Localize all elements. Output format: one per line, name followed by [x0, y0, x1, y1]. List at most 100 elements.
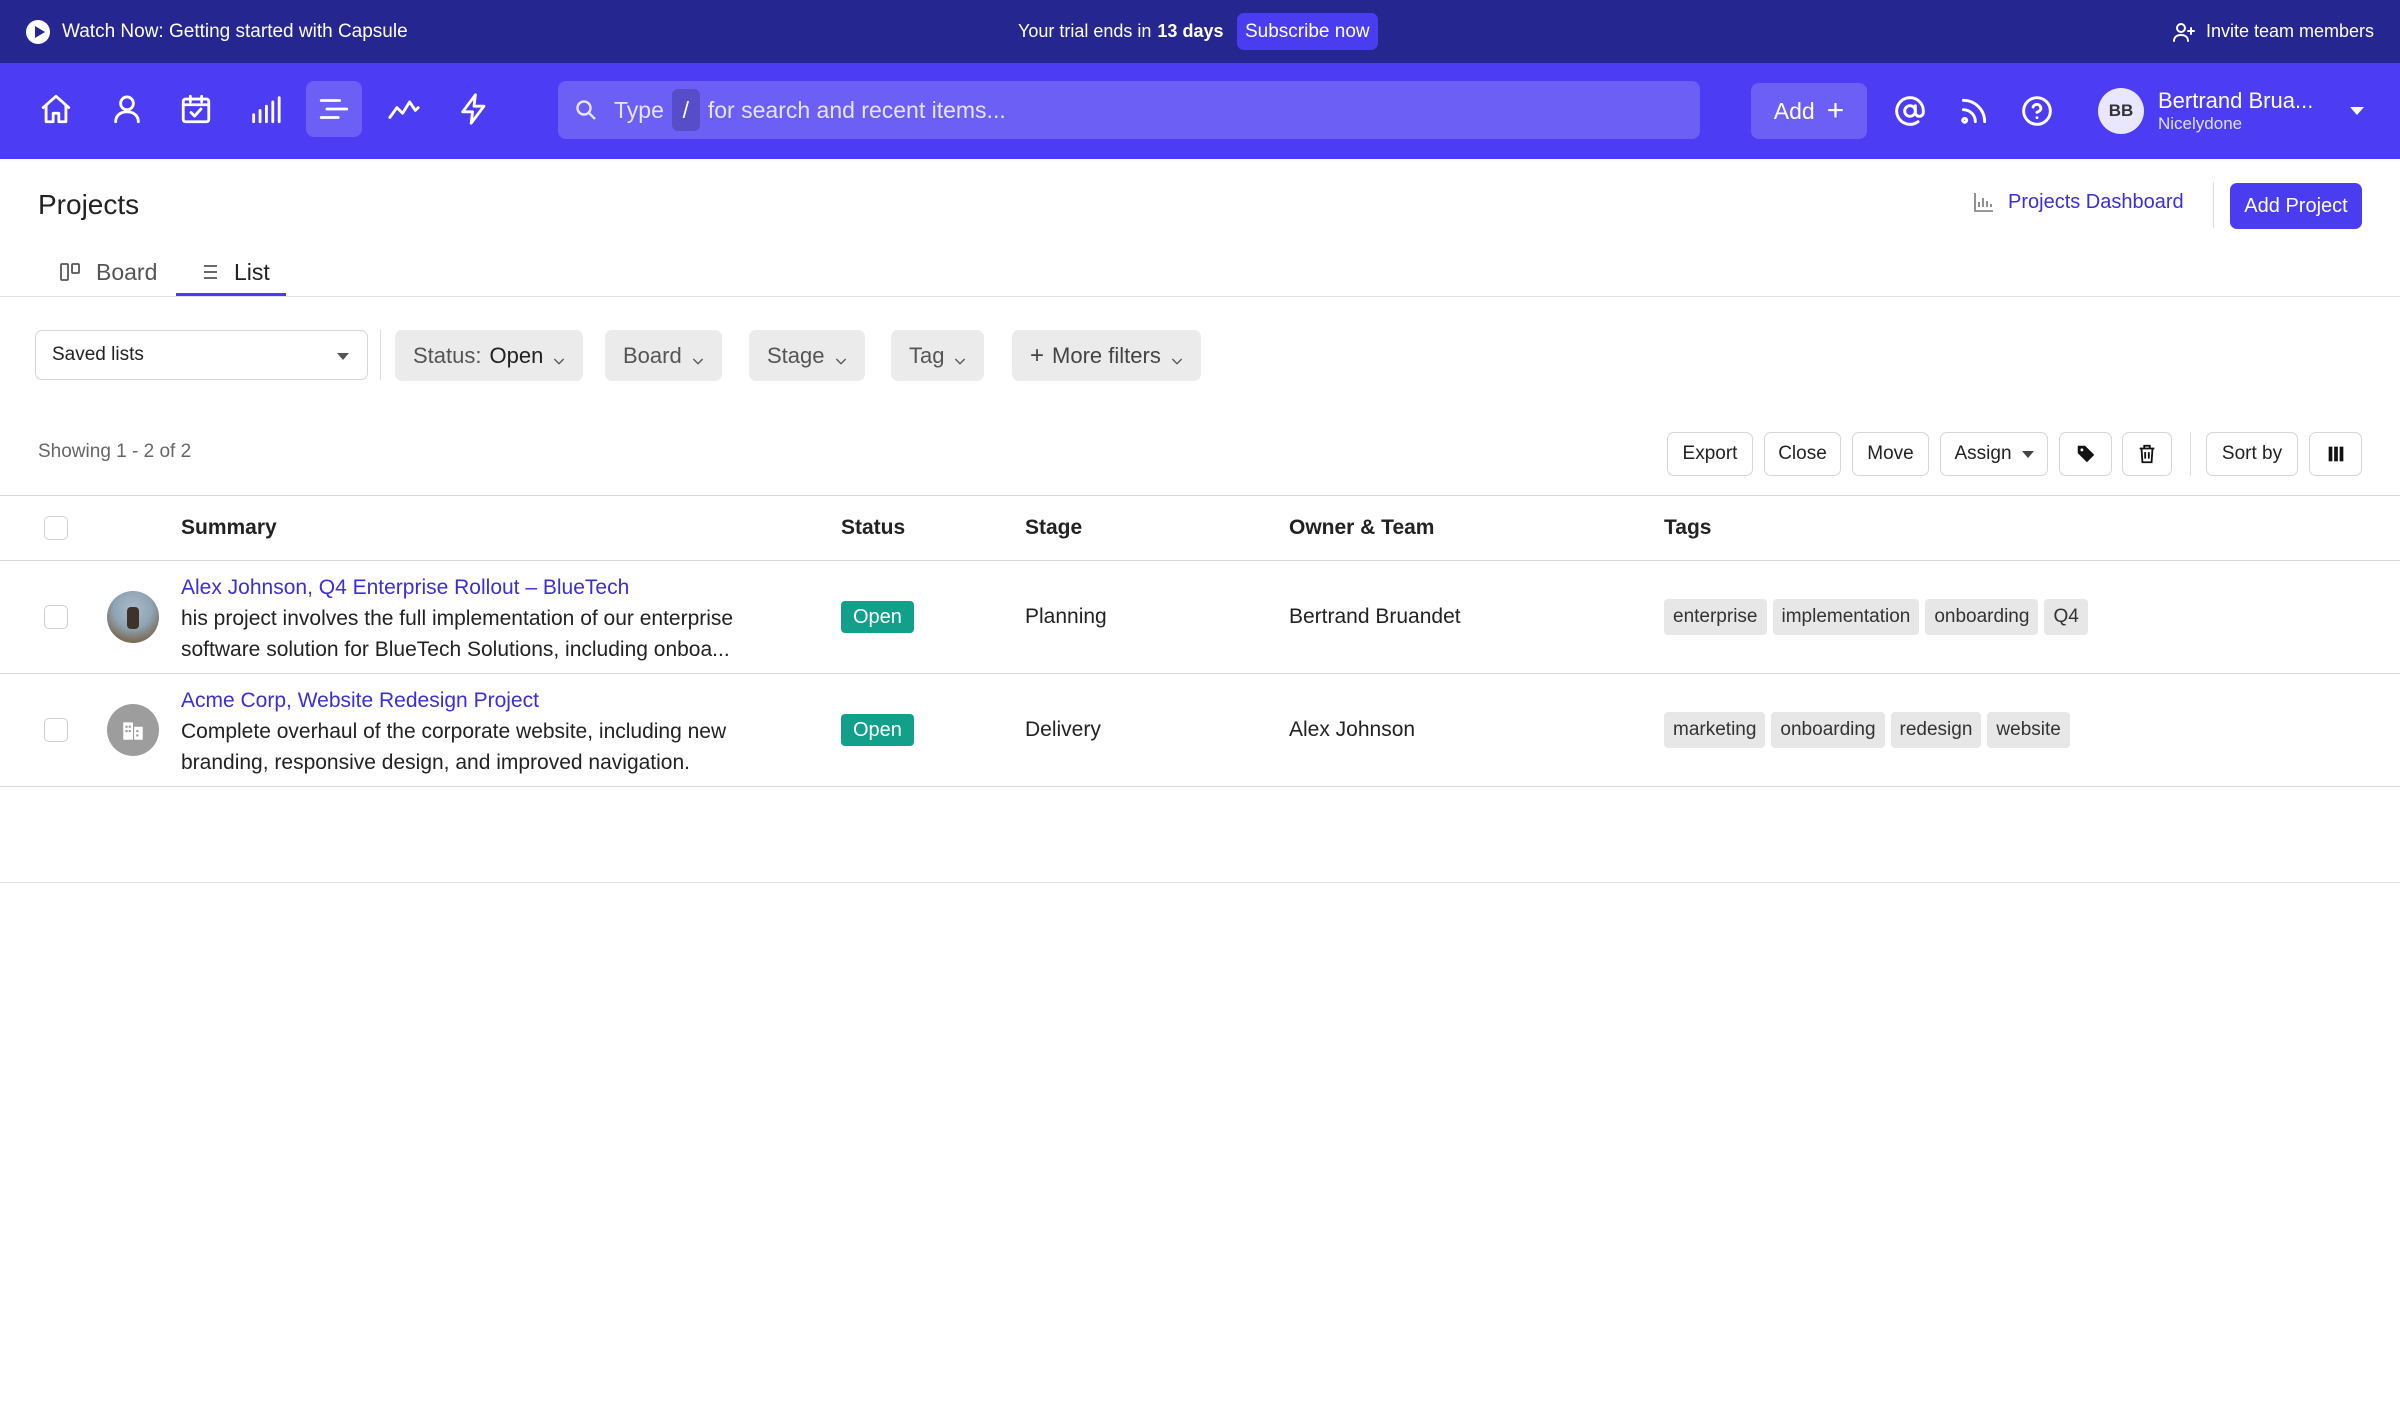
assign-button[interactable]: Assign	[1940, 432, 2048, 476]
feed-icon	[1961, 98, 1987, 124]
owner-cell: Alex Johnson	[1289, 718, 1416, 741]
saved-lists-select[interactable]: Saved lists	[35, 330, 368, 380]
trial-days: 13 days	[1157, 21, 1224, 41]
user-name: Bertrand Brua...	[2158, 88, 2314, 113]
close-button[interactable]: Close	[1764, 432, 1841, 476]
tags-cell: marketing onboarding redesign website	[1664, 712, 2070, 748]
nav-home[interactable]	[28, 81, 84, 137]
nav-workflow[interactable]	[446, 81, 502, 137]
project-description-line: his project involves the full implementa…	[181, 607, 734, 630]
column-tags[interactable]: Tags	[1664, 496, 1711, 560]
top-banner: Watch Now: Getting started with Capsule …	[0, 0, 2400, 63]
tags-cell: enterprise implementation onboarding Q4	[1664, 599, 2088, 635]
stage-filter[interactable]: Stage	[749, 330, 865, 381]
chevron-down-icon	[833, 349, 847, 365]
nav-pipeline[interactable]	[237, 81, 293, 137]
stage-cell: Delivery	[1025, 718, 1101, 741]
row-summary: Acme Corp, Website Redesign Project Comp…	[181, 686, 781, 778]
tab-board[interactable]: Board	[58, 248, 157, 296]
page-title: Projects	[38, 189, 140, 220]
board-filter[interactable]: Board	[605, 330, 722, 381]
tag-chip[interactable]: Q4	[2044, 599, 2088, 635]
tabs-divider	[0, 296, 2400, 297]
add-button[interactable]: Add +	[1751, 83, 1867, 139]
tag-chip[interactable]: enterprise	[1664, 599, 1767, 635]
user-org: Nicelydone	[2158, 114, 2243, 133]
export-button[interactable]: Export	[1667, 432, 1753, 476]
tag-chip[interactable]: redesign	[1890, 712, 1982, 748]
building-icon	[123, 722, 143, 740]
watch-now-link[interactable]: Watch Now: Getting started with Capsule	[26, 0, 408, 63]
nav-people[interactable]	[99, 81, 155, 137]
tag-icon	[2077, 445, 2094, 463]
tag-chip[interactable]: onboarding	[1771, 712, 1885, 748]
status-badge: Open	[841, 601, 914, 633]
sort-by-button[interactable]: Sort by	[2206, 432, 2298, 476]
tag-chip[interactable]: website	[1987, 712, 2070, 748]
nav-calendar[interactable]	[168, 81, 224, 137]
caret-down-icon	[2021, 450, 2034, 458]
table-row[interactable]: Alex Johnson, Q4 Enterprise Rollout – Bl…	[0, 561, 2400, 674]
row-checkbox[interactable]	[44, 605, 68, 629]
search-input[interactable]: Type / for search and recent items...	[558, 81, 1700, 139]
column-stage[interactable]: Stage	[1025, 496, 1082, 560]
user-menu[interactable]: BB Bertrand Brua... Nicelydone	[2098, 85, 2313, 137]
move-button[interactable]: Move	[1852, 432, 1929, 476]
chevron-down-icon	[1169, 349, 1183, 365]
delete-button[interactable]	[2122, 432, 2172, 476]
tag-chip[interactable]: implementation	[1772, 599, 1920, 635]
column-summary[interactable]: Summary	[181, 496, 277, 560]
help-button[interactable]	[2019, 93, 2055, 129]
search-prefix: Type	[614, 96, 664, 123]
play-icon	[26, 19, 50, 44]
table-row[interactable]: Acme Corp, Website Redesign Project Comp…	[0, 674, 2400, 787]
mentions-button[interactable]	[1892, 93, 1928, 129]
activity-feed-button[interactable]	[1956, 93, 1992, 129]
board-icon	[60, 263, 80, 281]
select-all-checkbox[interactable]	[44, 516, 68, 540]
lightning-icon	[461, 93, 486, 125]
tag-chip[interactable]: marketing	[1664, 712, 1766, 748]
home-icon	[41, 94, 71, 124]
columns-icon	[2328, 446, 2343, 462]
assign-label: Assign	[1954, 443, 2012, 464]
column-owner-team[interactable]: Owner & Team	[1289, 496, 1434, 560]
list-icon	[199, 265, 217, 279]
avatar: BB	[2098, 88, 2144, 134]
stage-filter-label: Stage	[767, 342, 825, 368]
avatar	[107, 704, 159, 756]
tag-chip[interactable]: onboarding	[1925, 599, 2039, 635]
project-title-link[interactable]: Alex Johnson, Q4 Enterprise Rollout – Bl…	[181, 573, 781, 603]
project-description-line: Complete overhaul of the corporate websi…	[181, 720, 727, 743]
stage-cell: Planning	[1025, 605, 1107, 628]
watch-now-label: Watch Now: Getting started with Capsule	[62, 20, 408, 42]
columns-button[interactable]	[2309, 432, 2362, 476]
projects-dashboard-link[interactable]: Projects Dashboard	[1972, 190, 2184, 214]
board-filter-label: Board	[623, 342, 682, 368]
caret-down-icon	[337, 353, 349, 360]
project-title-link[interactable]: Acme Corp, Website Redesign Project	[181, 686, 781, 716]
add-label: Add	[1773, 97, 1815, 124]
project-description-line: branding, responsive design, and improve…	[181, 751, 690, 774]
row-summary: Alex Johnson, Q4 Enterprise Rollout – Bl…	[181, 573, 781, 665]
subscribe-button[interactable]: Subscribe now	[1237, 13, 1378, 50]
tab-list[interactable]: List	[176, 248, 286, 296]
status-filter[interactable]: Status: Open	[395, 330, 584, 381]
chevron-down-icon[interactable]	[2350, 107, 2364, 115]
tab-list-label: List	[234, 258, 270, 285]
tag-button[interactable]	[2059, 432, 2112, 476]
main-nav: Type / for search and recent items... Ad…	[0, 63, 2400, 159]
chevron-down-icon	[952, 349, 966, 365]
nav-reports[interactable]	[376, 81, 432, 137]
nav-projects[interactable]	[306, 81, 362, 137]
trial-notice: Your trial ends in 13 days	[1018, 0, 1223, 63]
column-status[interactable]: Status	[841, 496, 905, 560]
plus-icon: +	[1826, 94, 1845, 127]
tag-filter[interactable]: Tag	[891, 330, 985, 381]
invite-team-button[interactable]: Invite team members	[2172, 0, 2374, 63]
add-project-button[interactable]: Add Project	[2230, 183, 2362, 229]
row-checkbox[interactable]	[44, 718, 68, 742]
more-filters-button[interactable]: + More filters	[1012, 330, 1201, 381]
calendar-check-icon	[181, 94, 211, 124]
tab-board-label: Board	[96, 258, 158, 285]
